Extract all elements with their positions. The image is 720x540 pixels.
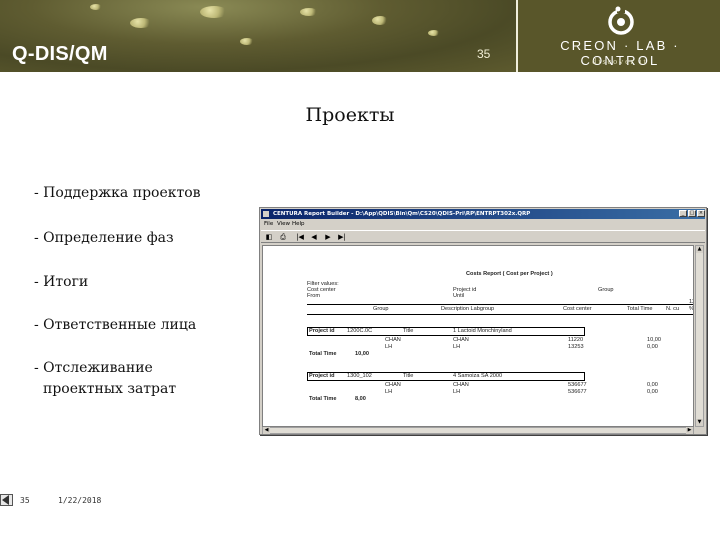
row-total-time: 0,00 <box>647 382 658 388</box>
header-page-number: 35 <box>477 47 491 61</box>
report-title: Costs Report ( Cost per Project ) <box>466 271 553 277</box>
water-drop <box>300 8 318 16</box>
window-title: CENTURA Report Builder - D:\App\QDIS\Bin… <box>273 211 531 217</box>
total-time-label: Total Time <box>309 351 337 357</box>
header-rule <box>307 314 693 315</box>
bullet-item: - Поддержка проектов <box>34 185 201 201</box>
row-labgroup: LH <box>453 389 461 395</box>
filter-field-label: Until <box>453 293 465 299</box>
slide-header: Q-DIS/QM 35 CREON · LAB · CONTROL discov… <box>0 0 720 72</box>
print-icon[interactable]: ⎙ <box>278 233 288 242</box>
water-drop <box>130 18 152 28</box>
project-id-label: Project id <box>309 373 335 379</box>
app-icon <box>263 211 269 217</box>
row-group: CHAN <box>385 337 401 343</box>
filter-field-label: Group <box>598 287 614 293</box>
bullet-item-continuation: проектных затрат <box>43 381 177 397</box>
row-group: LH <box>385 389 393 395</box>
close-button[interactable]: × <box>697 210 705 217</box>
column-header: Total Time <box>627 306 653 312</box>
row-cost-center: 536677 <box>568 389 587 395</box>
water-drop <box>90 4 102 10</box>
slide-navigation-icon[interactable] <box>0 493 14 507</box>
column-header: N. cu <box>666 306 680 312</box>
app-title: Q-DIS/QM <box>12 43 108 65</box>
water-drop <box>428 30 440 36</box>
bullet-item: - Ответственные лица <box>34 317 197 333</box>
project-title-label: Title <box>403 373 414 379</box>
menubar: File View Help <box>261 220 705 229</box>
previous-page-icon[interactable]: ◀ <box>309 233 319 242</box>
slide-title: Проекты <box>305 104 395 126</box>
row-total-time: 0,00 <box>647 344 658 350</box>
project-title-label: Title <box>403 328 414 334</box>
column-header: Cost center <box>563 306 592 312</box>
scroll-left-icon[interactable]: ◀ <box>263 427 270 434</box>
row-cost-center: 13253 <box>568 344 584 350</box>
bullet-item: - Итоги <box>34 274 89 290</box>
window-titlebar: CENTURA Report Builder - D:\App\QDIS\Bin… <box>261 209 705 219</box>
footer-date: 1/22/2018 <box>58 496 102 505</box>
filter-label: From <box>307 293 321 299</box>
water-drop <box>200 6 228 18</box>
row-group: LH <box>385 344 393 350</box>
row-labgroup: LH <box>453 344 461 350</box>
row-labgroup: CHAN <box>453 382 469 388</box>
minimize-button[interactable]: _ <box>679 210 687 217</box>
first-page-icon[interactable]: |◀ <box>295 233 305 242</box>
water-drop <box>372 16 388 25</box>
report-preview: Costs Report ( Cost per Project ) Filter… <box>262 245 694 427</box>
bullet-item: - Отслеживание <box>34 360 153 376</box>
row-labgroup: CHAN <box>453 337 469 343</box>
project-title-value: 1 Lactoid Monchinyland <box>453 328 512 334</box>
column-header: Group <box>373 306 389 312</box>
scroll-up-icon[interactable]: ▲ <box>696 246 703 253</box>
header-rule <box>307 304 693 305</box>
row-total-time: 10,00 <box>647 337 661 343</box>
total-time-value: 8,00 <box>355 396 366 402</box>
last-page-icon[interactable]: ▶| <box>337 233 347 242</box>
project-id-value: 1200C.0C <box>347 328 373 334</box>
company-tagline: discover it <box>592 57 648 66</box>
horizontal-scrollbar[interactable]: ◀ ▶ <box>262 427 694 434</box>
row-cost-center: 536677 <box>568 382 587 388</box>
total-time-value: 10,00 <box>355 351 369 357</box>
menu-view[interactable]: View <box>277 220 290 229</box>
project-title-value: 4 Samoiza SA 2000 <box>453 373 503 379</box>
row-group: CHAN <box>385 382 401 388</box>
maximize-button[interactable]: □ <box>688 210 696 217</box>
scroll-right-icon[interactable]: ▶ <box>686 427 693 434</box>
column-header: % <box>689 306 694 312</box>
row-cost-center: 11220 <box>568 337 584 343</box>
project-id-label: Project id <box>309 328 335 334</box>
row-total-time: 0,00 <box>647 389 658 395</box>
project-id-value: 1300_102 <box>347 373 372 379</box>
page-setup-icon[interactable]: ◧ <box>264 233 274 242</box>
creon-logo-icon <box>608 5 634 35</box>
column-header: Description Labgroup <box>441 306 495 312</box>
water-drop <box>240 38 254 45</box>
next-page-icon[interactable]: ▶ <box>323 233 333 242</box>
total-time-label: Total Time <box>309 396 337 402</box>
menu-file[interactable]: File <box>264 220 273 229</box>
bullet-item: - Определение фаз <box>34 230 174 246</box>
scroll-down-icon[interactable]: ▼ <box>696 419 703 426</box>
footer-page-number: 35 <box>20 496 30 505</box>
report-builder-window: CENTURA Report Builder - D:\App\QDIS\Bin… <box>259 207 707 435</box>
vertical-scrollbar[interactable]: ▲ ▼ <box>695 245 704 427</box>
menu-help[interactable]: Help <box>292 220 305 229</box>
toolbar: ◧ ⎙ |◀ ◀ ▶ ▶| <box>261 230 705 243</box>
